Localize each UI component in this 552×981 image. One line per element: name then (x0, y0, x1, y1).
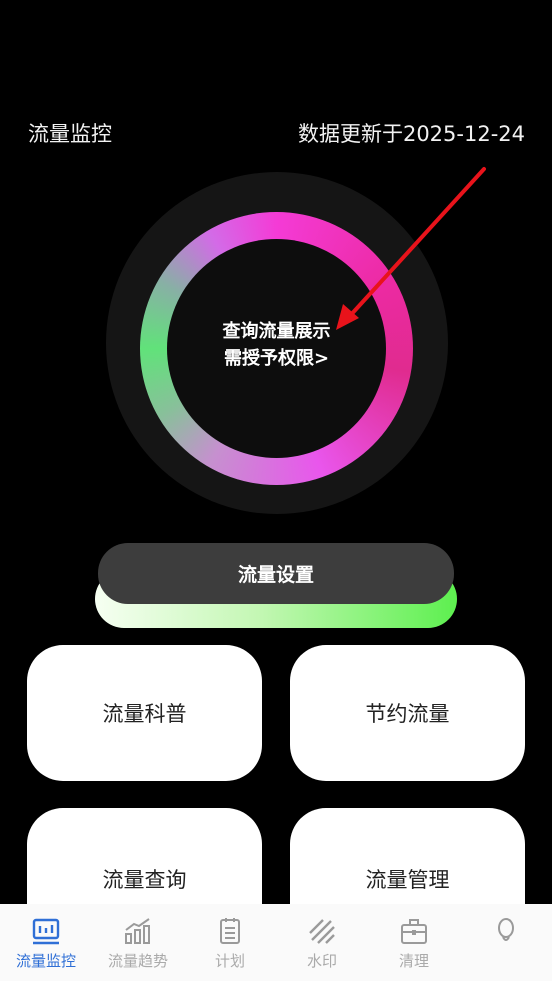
gauge-permission-prompt[interactable]: 查询流量展示 需授予权限> (167, 318, 386, 372)
card-save-traffic[interactable]: 节约流量 (290, 645, 525, 781)
gauge-line-2: 需授予权限> (223, 348, 330, 369)
nav-label: 计划 (214, 952, 245, 970)
page-title: 流量监控 (28, 122, 112, 146)
nav-item-profile[interactable] (460, 904, 552, 981)
update-timestamp: 数据更新于2025-12-24 (297, 122, 525, 146)
nav-item-clean[interactable]: 清理 (368, 904, 460, 981)
nav-label: 流量监控 (15, 952, 76, 970)
watermark-icon (309, 919, 335, 944)
nav-label: 清理 (398, 952, 429, 970)
card-label: 流量科普 (102, 702, 187, 726)
card-traffic-science[interactable]: 流量科普 (27, 645, 262, 781)
briefcase-icon (401, 919, 427, 944)
traffic-settings-button[interactable]: 流量设置 (98, 543, 454, 604)
nav-label: 流量趋势 (107, 952, 168, 970)
profile-icon (498, 918, 514, 941)
nav-item-watermark[interactable]: 水印 (276, 904, 368, 981)
bottom-navigation: 流量监控 流量趋势 计划 水印 清理 (0, 904, 552, 981)
monitor-icon (32, 918, 60, 945)
nav-item-monitor[interactable]: 流量监控 (0, 904, 92, 981)
card-label: 流量查询 (102, 868, 187, 892)
card-label: 节约流量 (365, 702, 450, 726)
nav-label: 水印 (306, 952, 337, 970)
nav-item-plan[interactable]: 计划 (184, 904, 276, 981)
nav-item-trend[interactable]: 流量趋势 (92, 904, 184, 981)
card-label: 流量管理 (365, 868, 450, 892)
gauge-line-1: 查询流量展示 (222, 321, 331, 342)
trend-chart-icon (125, 918, 150, 944)
clipboard-icon (220, 918, 240, 944)
